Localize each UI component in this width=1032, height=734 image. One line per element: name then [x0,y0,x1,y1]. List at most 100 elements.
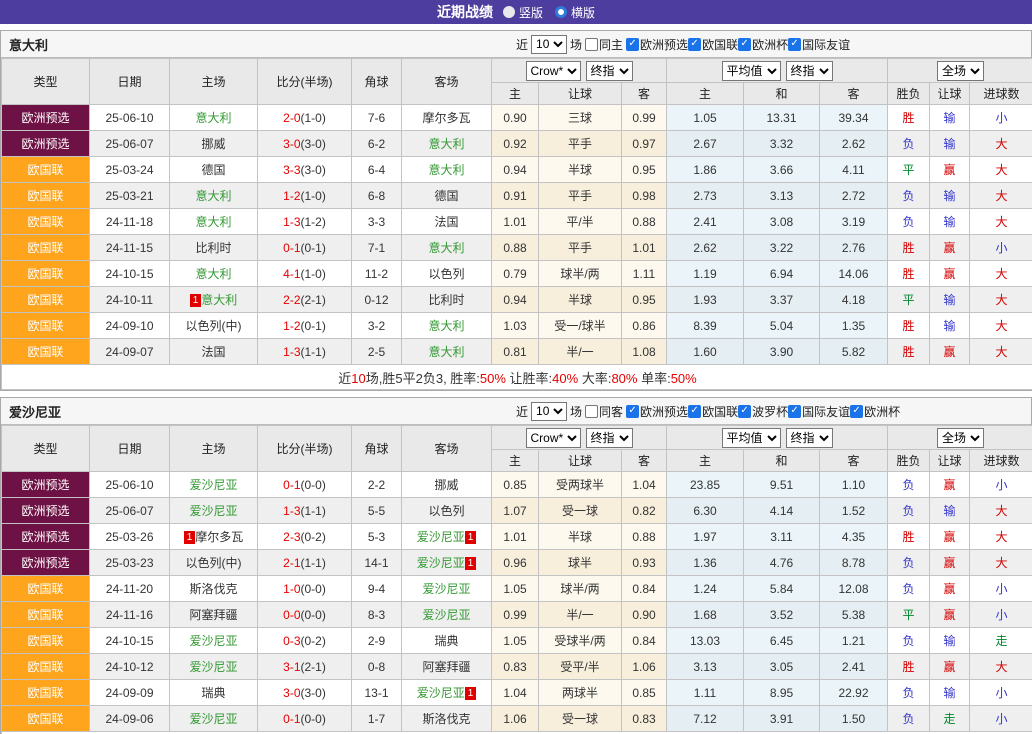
radio-vertical-layout[interactable]: 竖版 [503,4,543,21]
competition-filter[interactable]: ✓国际友谊 [788,403,850,420]
team-label: 爱沙尼亚 [189,478,237,492]
halftime-score: (2-1) [301,293,326,307]
same-away-filter[interactable]: 同客 [585,403,623,420]
col-euro-away: 客 [820,83,888,105]
cell-euro-home-odds: 7.12 [667,706,744,732]
competition-filter[interactable]: ✓欧洲杯 [738,36,788,53]
cell-asian-home-odds: 1.03 [492,313,539,339]
cell-corners: 7-6 [352,105,402,131]
team-label: 意大利 [195,215,231,229]
cell-corners: 0-8 [352,654,402,680]
checkbox-checked-icon[interactable]: ✓ [788,38,801,51]
competition-filter[interactable]: ✓欧洲预选 [626,403,688,420]
cell-goals-result: 小 [970,706,1032,732]
cell-euro-away-odds: 12.08 [820,576,888,602]
asian-stage-select[interactable]: 终指 [586,61,633,81]
checkbox-checked-icon[interactable]: ✓ [626,405,639,418]
cell-competition-type: 欧国联 [2,628,90,654]
checkbox-unchecked-icon[interactable] [585,405,598,418]
cell-asian-away-odds: 1.04 [622,472,667,498]
cell-score: 4-1(1-0) [258,261,352,287]
checkbox-checked-icon[interactable]: ✓ [738,38,751,51]
asian-stage-select[interactable]: 终指 [586,428,633,448]
cell-asian-home-odds: 1.04 [492,680,539,706]
euro-average-select[interactable]: 平均值 [722,428,781,448]
cell-away-team: 爱沙尼亚 [402,576,492,602]
matches-count-select[interactable]: 10 [531,35,567,54]
competition-filter[interactable]: ✓波罗杯 [738,403,788,420]
cell-euro-home-odds: 6.30 [667,498,744,524]
euro-average-select[interactable]: 平均值 [722,61,781,81]
cell-date: 24-09-06 [90,706,170,732]
cell-euro-draw-odds: 6.94 [744,261,820,287]
fulltime-score: 1-3 [283,215,300,229]
cell-asian-handicap: 平手 [539,131,622,157]
summary-value: 50% [671,371,697,386]
summary-line: 近10场,胜5平2负3, 胜率:50% 让胜率:40% 大率:80% 单率:50… [2,365,1032,390]
cell-goals-result: 大 [970,287,1032,313]
cell-asian-handicap: 三球 [539,105,622,131]
cell-euro-home-odds: 2.67 [667,131,744,157]
team-filter-row: 爱沙尼亚 近 10 场 同客 ✓欧洲预选✓欧国联✓波罗杯✓国际友谊✓欧洲杯 [1,398,1031,425]
team-label: 德国 [201,163,225,177]
competition-filter[interactable]: ✓欧国联 [688,403,738,420]
fulltime-score: 0-1 [283,712,300,726]
cell-away-team: 爱沙尼亚1 [402,550,492,576]
competition-filter[interactable]: ✓欧国联 [688,36,738,53]
scope-select[interactable]: 全场 [937,428,984,448]
euro-stage-select[interactable]: 终指 [786,61,833,81]
checkbox-checked-icon[interactable]: ✓ [738,405,751,418]
cell-goals-result: 大 [970,498,1032,524]
cell-euro-away-odds: 4.18 [820,287,888,313]
match-row: 欧国联24-09-07法国1-3(1-1)2-5意大利0.81半/一1.081.… [2,339,1032,365]
checkbox-checked-icon[interactable]: ✓ [850,405,863,418]
halftime-score: (0-2) [301,634,326,648]
competition-filter[interactable]: ✓欧洲预选 [626,36,688,53]
cell-goals-result: 大 [970,157,1032,183]
cell-asian-away-odds: 1.06 [622,654,667,680]
cell-score: 0-1(0-0) [258,706,352,732]
halftime-score: (3-0) [301,686,326,700]
cell-asian-handicap: 受一/球半 [539,313,622,339]
checkbox-checked-icon[interactable]: ✓ [626,38,639,51]
matches-count-select[interactable]: 10 [531,402,567,421]
cell-euro-draw-odds: 3.05 [744,654,820,680]
fulltime-score: 0-3 [283,634,300,648]
cell-winloss-result: 平 [888,287,930,313]
cell-away-team: 以色列 [402,498,492,524]
team-label: 爱沙尼亚 [417,686,465,700]
cell-score: 3-1(2-1) [258,654,352,680]
cell-date: 24-09-09 [90,680,170,706]
summary-value: 40% [552,371,578,386]
cell-euro-home-odds: 3.13 [667,654,744,680]
checkbox-unchecked-icon[interactable] [585,38,598,51]
competition-filter[interactable]: ✓国际友谊 [788,36,850,53]
scope-select[interactable]: 全场 [937,61,984,81]
radio-horizontal-layout[interactable]: 横版 [555,4,595,21]
cell-asian-home-odds: 0.88 [492,235,539,261]
team-label: 爱沙尼亚 [189,504,237,518]
competition-filter[interactable]: ✓欧洲杯 [850,403,900,420]
cell-away-team: 意大利 [402,157,492,183]
cell-asian-home-odds: 0.96 [492,550,539,576]
bookmaker-select[interactable]: Crow* [526,428,581,448]
euro-stage-select[interactable]: 终指 [786,428,833,448]
cell-corners: 2-5 [352,339,402,365]
cell-score: 2-0(1-0) [258,105,352,131]
checkbox-checked-icon[interactable]: ✓ [788,405,801,418]
halftime-score: (3-0) [301,137,326,151]
checkbox-checked-icon[interactable]: ✓ [688,38,701,51]
header-bar: 近期战绩 竖版 横版 [0,0,1032,24]
cell-date: 24-11-18 [90,209,170,235]
col-goals-result: 进球数 [970,83,1032,105]
halftime-score: (0-1) [301,319,326,333]
cell-euro-home-odds: 1.05 [667,105,744,131]
cell-asian-away-odds: 0.84 [622,628,667,654]
checkbox-checked-icon[interactable]: ✓ [688,405,701,418]
team-label: 意大利 [428,163,464,177]
same-home-filter[interactable]: 同主 [585,36,623,53]
bookmaker-select[interactable]: Crow* [526,61,581,81]
radio-selected-icon[interactable] [555,6,567,18]
radio-unselected-icon[interactable] [503,6,515,18]
cell-score: 1-3(1-1) [258,498,352,524]
